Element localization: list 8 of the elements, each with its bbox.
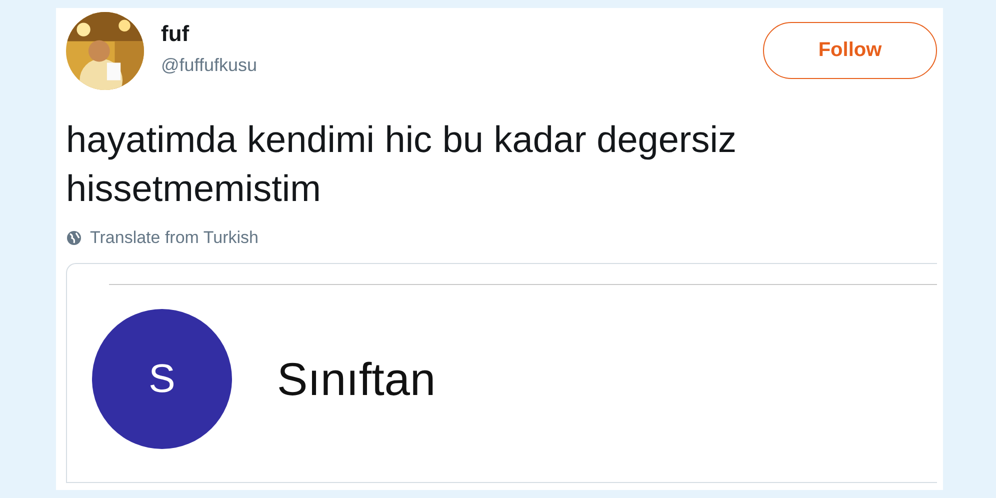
author-name: fuf (161, 21, 190, 47)
sender-name: Sınıftan (277, 352, 436, 406)
translate-link[interactable]: Translate from Turkish (90, 228, 258, 248)
globe-icon (66, 230, 82, 246)
follow-button[interactable]: Follow (763, 22, 937, 79)
sender-avatar: S (92, 309, 232, 449)
author-handle: @fuffufkusu (161, 55, 257, 76)
tweet-text: hayatimda kendimi hic bu kadar degersiz hissetmemistim (66, 118, 738, 211)
